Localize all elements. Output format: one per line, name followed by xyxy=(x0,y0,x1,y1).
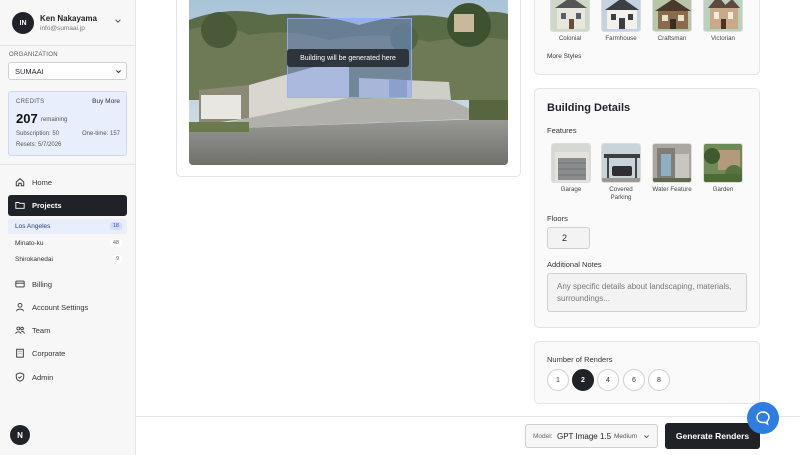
chevron-down-icon xyxy=(644,435,649,439)
nav-projects-label: Projects xyxy=(32,201,62,210)
divider xyxy=(0,164,136,165)
credit-card-icon xyxy=(15,280,25,288)
organization-label: ORGANIZATION xyxy=(9,52,58,58)
organization-value: SUMAAI xyxy=(15,67,44,76)
credits-subscription: Subscription: 50 xyxy=(16,131,60,137)
sidebar: IN Ken Nakayama info@sumaai.jp ORGANIZAT… xyxy=(0,0,136,455)
organization-select[interactable]: SUMAAI xyxy=(8,62,127,80)
style-label: Victorian xyxy=(711,35,735,42)
feature-label: Covered Parking xyxy=(609,186,633,201)
nav-projects[interactable]: Projects xyxy=(8,195,127,216)
additional-notes-label: Additional Notes xyxy=(547,260,602,269)
users-icon xyxy=(15,326,25,334)
nav-corporate-label: Corporate xyxy=(32,349,66,358)
generate-renders-button[interactable]: Generate Renders xyxy=(665,423,760,449)
user-menu[interactable]: IN Ken Nakayama info@sumaai.jp xyxy=(0,0,136,46)
renders-label: Number of Renders xyxy=(547,355,613,364)
renders-card xyxy=(534,341,760,404)
nav-billing-label: Billing xyxy=(32,280,53,289)
home-icon xyxy=(15,178,25,187)
more-styles-link[interactable]: More Styles xyxy=(547,53,581,60)
project-name: Los Angeles xyxy=(15,223,51,230)
project-item[interactable]: Shirokanedai 9 xyxy=(8,252,127,267)
nav-corporate[interactable]: Corporate xyxy=(8,343,127,364)
project-item[interactable]: Minato-ku 48 xyxy=(8,236,127,251)
style-thumb-farmhouse[interactable] xyxy=(601,0,641,32)
generation-area-label: Building will be generated here xyxy=(287,49,409,67)
feature-thumb-garage[interactable] xyxy=(551,143,591,183)
feature-thumb-water-feature[interactable] xyxy=(652,143,692,183)
building-icon xyxy=(16,348,24,358)
model-value: GPT Image 1.5 xyxy=(557,432,612,441)
nav-home[interactable]: Home xyxy=(8,172,127,193)
shield-icon xyxy=(15,372,25,382)
project-name: Minato-ku xyxy=(15,240,44,247)
credits-remaining-value: 207 xyxy=(16,111,38,126)
project-count: 48 xyxy=(109,239,122,247)
credits-resets: Resets: 5/7/2026 xyxy=(16,142,62,148)
render-count-option-selected[interactable]: 2 xyxy=(572,369,594,391)
render-count-option[interactable]: 1 xyxy=(547,369,569,391)
user-name: Ken Nakayama xyxy=(40,14,97,23)
project-name: Shirokanedai xyxy=(15,256,53,263)
folder-icon xyxy=(15,202,25,209)
nav-account-settings[interactable]: Account Settings xyxy=(8,297,127,318)
credits-panel: CREDITS Buy More 207 remaining Subscript… xyxy=(8,91,127,156)
nav-team-label: Team xyxy=(32,326,51,335)
feature-thumb-covered-parking[interactable] xyxy=(601,143,641,183)
project-count: 9 xyxy=(112,255,122,263)
style-label: Farmhouse xyxy=(605,35,637,42)
floors-label: Floors xyxy=(547,214,568,223)
building-details-title: Building Details xyxy=(547,102,631,114)
nav-account-settings-label: Account Settings xyxy=(32,303,89,312)
features-label: Features xyxy=(547,126,577,135)
buy-more-link[interactable]: Buy More xyxy=(92,98,120,105)
style-label: Craftsman xyxy=(657,35,687,42)
feature-label: Water Feature xyxy=(652,186,692,193)
feature-label: Garden xyxy=(712,186,734,193)
chat-button[interactable] xyxy=(747,402,779,434)
chat-bubble-icon xyxy=(756,411,770,426)
style-thumb-craftsman[interactable] xyxy=(652,0,692,32)
style-thumb-victorian[interactable] xyxy=(703,0,743,32)
style-label: Colonial xyxy=(558,35,582,42)
user-icon xyxy=(16,302,24,312)
feature-thumb-garden[interactable] xyxy=(703,143,743,183)
additional-notes-textarea[interactable]: Any specific details about landscaping, … xyxy=(547,273,747,312)
render-count-option[interactable]: 8 xyxy=(648,369,670,391)
render-count-option[interactable]: 6 xyxy=(623,369,645,391)
chevron-down-icon xyxy=(115,19,121,23)
nav-admin-label: Admin xyxy=(32,373,54,382)
chevron-down-icon xyxy=(116,70,121,74)
model-select[interactable]: Model: GPT Image 1.5 Medium xyxy=(525,424,658,448)
feature-label: Garage xyxy=(560,186,582,193)
model-quality: Medium xyxy=(614,433,638,440)
avatar: IN xyxy=(12,12,34,34)
model-label: Model: xyxy=(533,433,553,440)
nav-admin[interactable]: Admin xyxy=(8,367,127,388)
credits-label: CREDITS xyxy=(16,99,45,105)
credits-one-time: One-time: 157 xyxy=(81,131,120,137)
user-email: info@sumaai.jp xyxy=(40,25,85,32)
project-count: 18 xyxy=(109,222,122,230)
render-count-option[interactable]: 4 xyxy=(597,369,619,391)
credits-remaining-label: remaining xyxy=(41,117,68,123)
nav-home-label: Home xyxy=(32,178,53,187)
nav-billing[interactable]: Billing xyxy=(8,274,127,295)
floors-input[interactable]: 2 xyxy=(547,227,590,249)
project-item[interactable]: Los Angeles 18 xyxy=(8,219,127,234)
nav-team[interactable]: Team xyxy=(8,320,127,341)
style-thumb-colonial[interactable] xyxy=(550,0,590,32)
app-badge[interactable]: N xyxy=(10,425,30,445)
